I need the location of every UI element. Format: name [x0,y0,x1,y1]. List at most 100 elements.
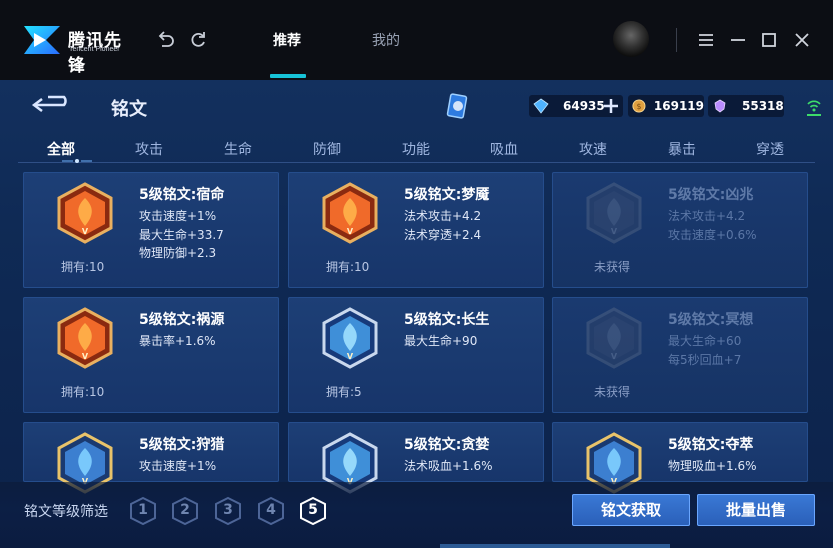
level-filter-value: 3 [223,502,233,518]
inscription-card[interactable]: V 5级铭文:夺萃物理吸血+1.6% [552,422,808,494]
filter-tab-lifesteal[interactable]: 吸血 [490,139,518,159]
inscription-name: 5级铭文:凶兆 [668,187,754,203]
inscription-attribute: 最大生命+60 [668,334,742,348]
level-filter-label: 铭文等级筛选 [24,504,108,520]
inscription-card[interactable]: V 5级铭文:凶兆 法术攻击+4.2 攻击速度+0.6% 未获得 [552,172,808,288]
inscription-card[interactable]: V 5级铭文:狩猎攻击速度+1% [23,422,279,494]
inscription-emblem-icon: V [57,307,113,369]
filter-tab-penetration[interactable]: 穿透 [756,139,784,159]
inscription-name: 5级铭文:狩猎 [139,437,225,453]
filter-tab-utility[interactable]: 功能 [402,139,430,159]
app-logo: 腾讯先锋 Tencent Pioneer [22,20,132,76]
level-filter-4[interactable]: 4 [257,496,285,526]
tab-mine[interactable]: 我的 [372,30,400,50]
svg-text:V: V [611,227,618,236]
filter-tab-health[interactable]: 生命 [224,139,252,159]
gem-icon [714,99,726,113]
minimize-icon[interactable] [728,30,748,50]
filter-tab-attack-speed[interactable]: 攻速 [579,139,607,159]
svg-text:V: V [82,227,89,236]
inscription-card[interactable]: V 5级铭文:长生 最大生命+90 拥有:5 [288,297,544,413]
svg-text:V: V [347,352,354,361]
level-filter-value: 5 [308,502,318,518]
filter-tab-defense[interactable]: 防御 [313,139,341,159]
inscription-card[interactable]: V 5级铭文:梦魇 法术攻击+4.2 法术穿透+2.4 拥有:10 [288,172,544,288]
inscription-owned-count: 未获得 [594,385,631,399]
diamond-value: 64935 [563,99,605,113]
inscription-owned-count: 拥有:10 [326,260,370,274]
inscription-emblem-icon: V [586,182,642,244]
inscription-attribute: 攻击速度+0.6% [668,227,757,242]
app-name-en: Tencent Pioneer [69,46,120,53]
level-filter-value: 1 [138,502,148,518]
inscription-owned-count: 拥有:10 [61,260,105,274]
page-title: 铭文 [111,99,147,120]
avatar[interactable] [613,21,649,57]
inscription-attribute: 法术吸血+1.6% [404,459,493,473]
inscription-attribute: 攻击速度+1% [139,209,217,223]
inscription-card[interactable]: V 5级铭文:祸源 暴击率+1.6% 拥有:10 [23,297,279,413]
inscription-name: 5级铭文:长生 [404,312,490,328]
inscription-attribute: 暴击率+1.6% [139,334,216,348]
inscription-emblem-icon: V [322,182,378,244]
active-tab-indicator [270,74,306,78]
gold-value: 169119 [653,99,704,113]
menu-icon[interactable] [696,30,716,50]
add-currency-icon[interactable] [602,97,620,115]
inscription-attribute: 攻击速度+1% [139,459,217,473]
inscription-name: 5级铭文:夺萃 [668,437,754,453]
level-filter-5[interactable]: 5 [299,496,327,526]
level-filter-value: 2 [180,502,190,518]
inscription-attribute: 最大生命+90 [404,334,478,348]
filter-tab-critical[interactable]: 暴击 [668,139,696,159]
title-bar: 腾讯先锋 Tencent Pioneer 推荐 我的 [0,0,833,80]
inscription-emblem-icon: V [586,307,642,369]
svg-text:$: $ [636,102,641,111]
inscription-emblem-icon: V [57,182,113,244]
level-filter-2[interactable]: 2 [171,496,199,526]
inscription-card-icon[interactable] [444,92,472,122]
inscription-name: 5级铭文:冥想 [668,312,754,328]
inscription-attribute: 法术穿透+2.4 [404,227,482,242]
inscription-card[interactable]: V 5级铭文:冥想 最大生命+60 每5秒回血+7 未获得 [552,297,808,413]
inscription-name: 5级铭文:宿命 [139,187,225,203]
inscription-emblem-icon: V [322,307,378,369]
active-filter-indicator [62,159,92,163]
undo-icon[interactable] [156,30,176,50]
level-filter-3[interactable]: 3 [214,496,242,526]
inscription-attribute: 物理吸血+1.6% [668,459,757,473]
level-filter-1[interactable]: 1 [129,496,157,526]
inscription-owned-count: 未获得 [594,260,631,274]
scroll-indicator [440,544,670,548]
inscription-name: 5级铭文:祸源 [139,312,225,328]
gold-coin-icon: $ [632,99,646,113]
inscription-attribute: 最大生命+33.7 [139,227,224,242]
diamond-icon [533,98,549,114]
inscription-attribute: 物理防御+2.3 [139,246,217,260]
inscription-attribute: 法术攻击+4.2 [404,209,482,223]
svg-text:V: V [611,352,618,361]
gem-value: 55318 [742,99,784,113]
inscription-attribute: 每5秒回血+7 [668,352,742,367]
category-filter-tabs: 全部 攻击 生命 防御 功能 吸血 攻速 暴击 穿透 [18,133,815,163]
inscription-card[interactable]: V 5级铭文:贪婪法术吸血+1.6% [288,422,544,494]
maximize-icon[interactable] [759,30,779,50]
obtain-inscription-button[interactable]: 铭文获取 [572,494,690,526]
inscription-card[interactable]: V 5级铭文:宿命 攻击速度+1% 最大生命+33.7 物理防御+2.3 拥有:10 [23,172,279,288]
inscription-attribute: 法术攻击+4.2 [668,209,746,223]
network-status-icon [807,100,821,116]
filter-tab-all[interactable]: 全部 [47,139,75,159]
close-icon[interactable] [792,30,812,50]
refresh-icon[interactable] [188,30,208,50]
tab-recommend[interactable]: 推荐 [273,30,301,50]
svg-text:V: V [347,227,354,236]
back-arrow-icon[interactable] [28,93,72,117]
batch-sell-button[interactable]: 批量出售 [697,494,815,526]
filter-tab-attack[interactable]: 攻击 [135,139,163,159]
inscription-name: 5级铭文:梦魇 [404,187,490,203]
gem-balance: 55318 [708,95,784,117]
tencent-pioneer-logo-icon [24,26,60,54]
svg-text:V: V [82,352,89,361]
inscription-owned-count: 拥有:10 [61,385,105,399]
inscription-owned-count: 拥有:5 [326,385,362,399]
